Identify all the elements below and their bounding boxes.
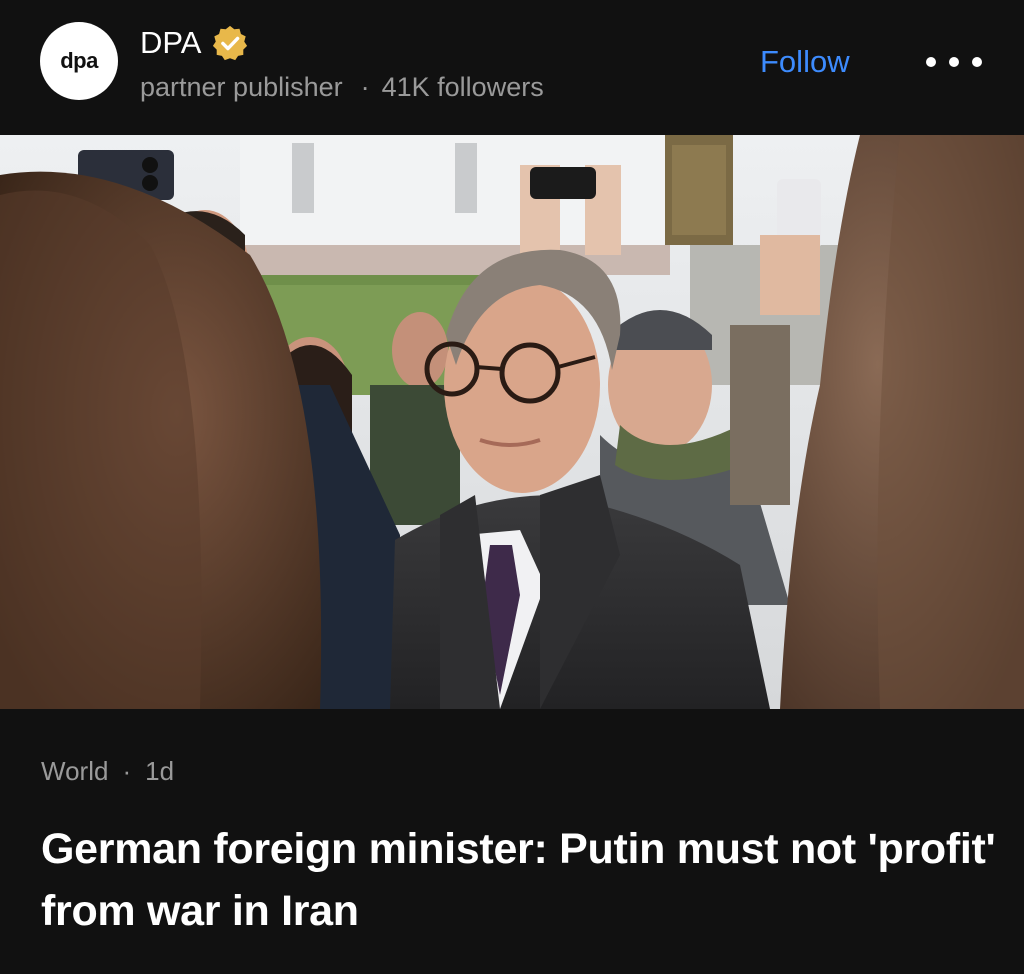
news-card[interactable]: dpa DPA partner publisher · 41K follower… [0,0,1024,974]
article-photo-illustration [0,135,1024,709]
publisher-avatar[interactable]: dpa [40,22,118,100]
follow-button[interactable]: Follow [760,40,850,84]
article-meta: World · 1d [41,753,174,789]
article-age: 1d [145,756,175,786]
more-dots-icon [926,57,936,67]
more-dots-icon-dot [949,57,959,67]
publisher-name[interactable]: DPA [140,25,201,61]
avatar-logo-text: dpa [60,48,98,73]
publisher-name-row: DPA [140,24,249,62]
verified-badge-icon [213,25,248,61]
publisher-meta: partner publisher · 41K followers [140,70,544,104]
meta-separator: · [360,72,370,102]
more-options-button[interactable] [926,44,982,80]
article-photo[interactable] [0,135,1024,709]
more-dots-icon-dot [972,57,982,67]
follower-count: 41K followers [381,72,544,102]
article-headline[interactable]: German foreign minister: Putin must not … [41,818,1001,942]
article-meta-separator: · [122,756,132,786]
publisher-header: dpa DPA partner publisher · 41K follower… [0,0,1024,135]
publisher-type: partner publisher [140,72,343,102]
article-category[interactable]: World [41,753,108,789]
